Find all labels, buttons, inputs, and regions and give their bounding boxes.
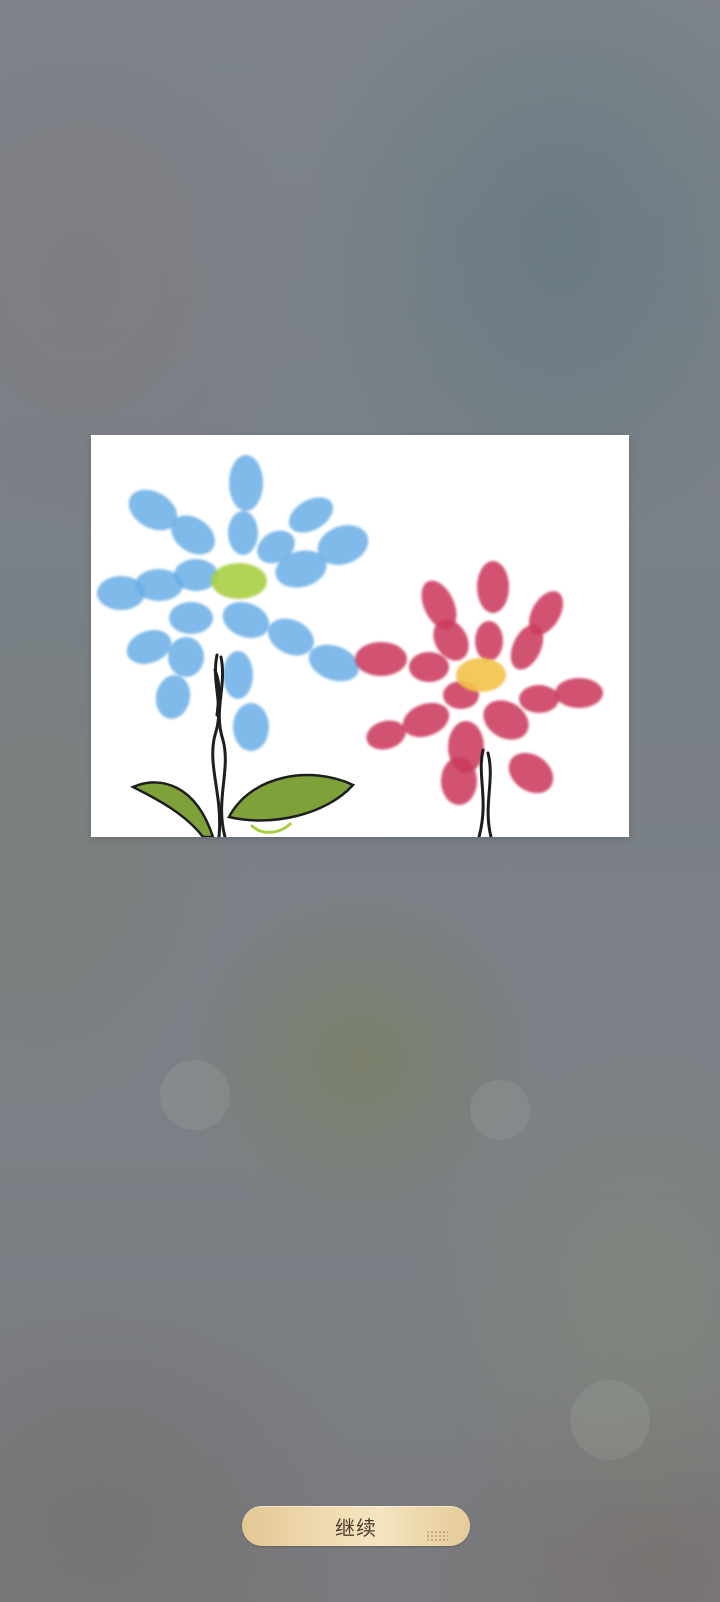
red-petal [355, 642, 407, 676]
continue-button[interactable]: 继续 [242, 1506, 470, 1546]
blue-petal [229, 455, 263, 511]
button-texture [426, 1530, 448, 1542]
blue-petal [169, 602, 213, 634]
blue-petal [222, 602, 270, 638]
blue-flower-center [211, 563, 267, 599]
blue-petal [228, 511, 258, 555]
red-flower-center [456, 658, 506, 692]
red-petal [366, 720, 406, 750]
bokeh-light [570, 1380, 650, 1460]
leaf-scribble [249, 821, 293, 834]
red-petal [519, 685, 559, 713]
blue-petal [174, 559, 218, 591]
continue-button-label: 继续 [335, 1515, 377, 1540]
flower-drawing-card [91, 435, 629, 837]
blue-petal [223, 651, 253, 699]
blue-petal [233, 703, 269, 751]
red-petal [555, 678, 603, 708]
finger-painting-flowers [97, 455, 603, 837]
blue-petal [168, 637, 204, 677]
blue-petal [155, 675, 191, 719]
red-flower-stem [477, 748, 493, 837]
red-petal [475, 621, 503, 661]
left-leaf [130, 781, 215, 837]
blue-flower-stem [211, 653, 227, 837]
bokeh-light [470, 1080, 530, 1140]
red-petal [409, 652, 449, 682]
red-petal [441, 757, 477, 805]
blue-flower [97, 455, 369, 751]
red-petal [402, 702, 450, 738]
blue-petal [126, 630, 172, 664]
red-petal [508, 752, 554, 794]
red-petal [477, 561, 509, 613]
bokeh-light [160, 1060, 230, 1130]
right-leaf [227, 773, 356, 822]
